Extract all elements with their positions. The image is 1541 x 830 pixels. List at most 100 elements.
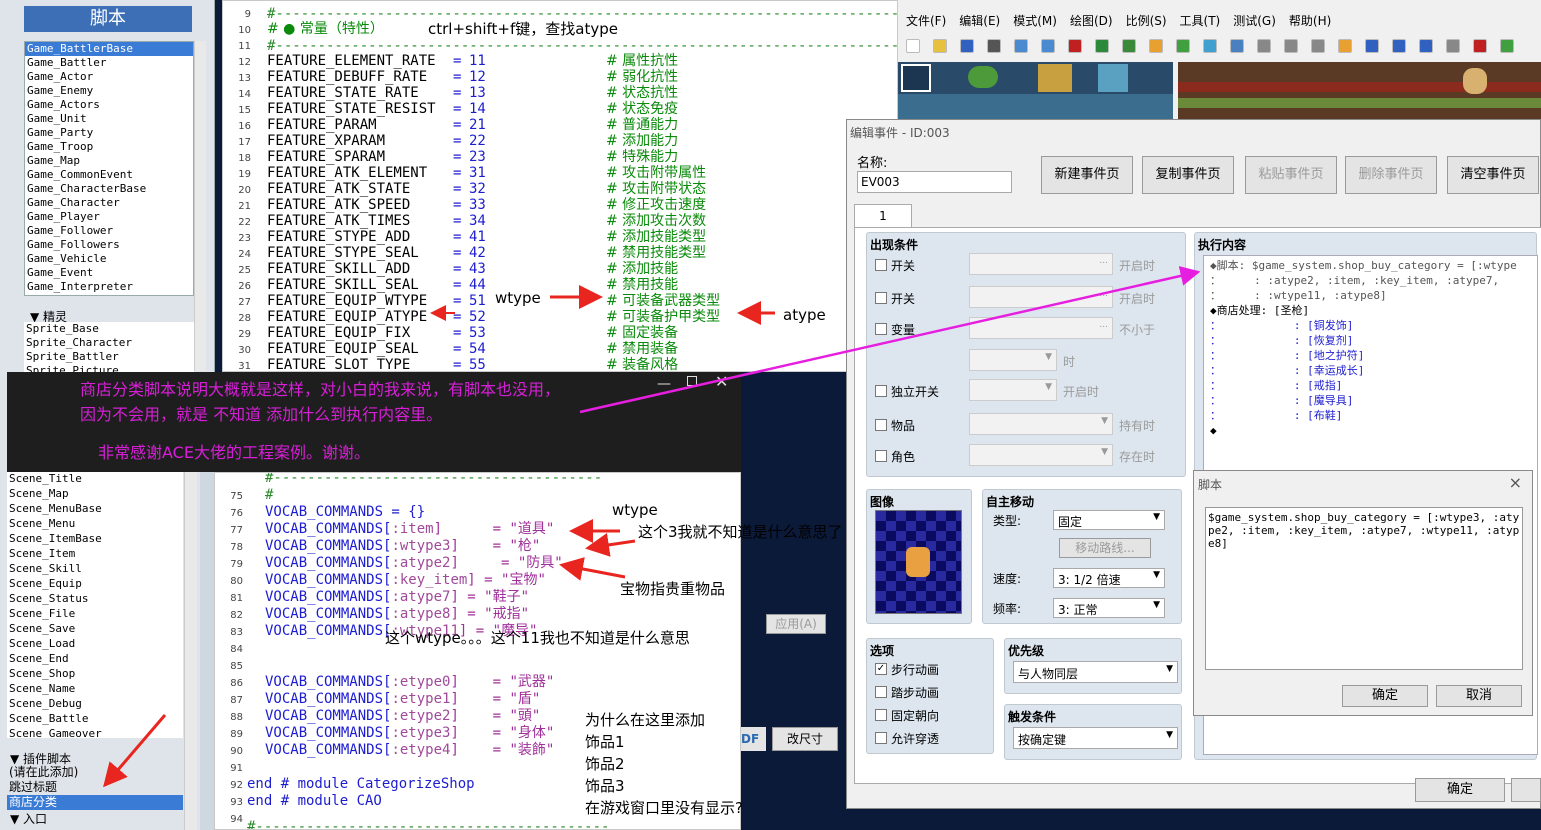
event-command-line[interactable]: ： : [地之护符] (1210, 348, 1364, 363)
condition-checkbox[interactable] (875, 419, 887, 431)
move-route-button[interactable]: 移动路线... (1059, 538, 1151, 558)
condition-checkbox[interactable] (875, 450, 887, 462)
maximize-icon[interactable] (687, 376, 697, 386)
condition-checkbox[interactable] (875, 385, 887, 397)
freq-select[interactable]: 3: 正常 ▼ (1053, 598, 1165, 618)
script-list-item[interactable]: Scene_Title (7, 472, 183, 487)
pdf-button[interactable]: DF (741, 727, 766, 751)
sprite-list[interactable]: Sprite_Base Sprite_Character Sprite_Battle… (24, 322, 194, 372)
script-list-item[interactable]: Scene_Shop (7, 667, 183, 682)
tab-page-1[interactable]: 1 (854, 204, 912, 228)
toolbar-button[interactable] (1176, 39, 1190, 53)
script-list-item[interactable]: Scene_Name (7, 682, 183, 697)
gold-tile[interactable] (1038, 64, 1072, 92)
condition-field[interactable]: ▼ (969, 349, 1057, 371)
script-list-item[interactable]: Scene_File (7, 607, 183, 622)
condition-field[interactable]: ... (969, 286, 1113, 308)
script-list-item[interactable]: Game_Followers (25, 238, 193, 252)
plugin-list[interactable]: (请在此添加) 跳过标题 商店分类 (7, 765, 183, 810)
option-checkbox[interactable] (875, 686, 887, 698)
event-command-line[interactable]: ： : :wtype11, :atype8] (1210, 288, 1387, 303)
script-list-item[interactable]: Game_CharacterBase (25, 182, 193, 196)
toolbar-button[interactable] (1500, 39, 1514, 53)
toolbar-button[interactable] (1311, 39, 1325, 53)
script-list-item[interactable]: Game_BattlerBase (25, 42, 193, 56)
toolbar-button[interactable] (1068, 39, 1082, 53)
script-list-item[interactable]: Scene_MenuBase (7, 502, 183, 517)
script-list-item[interactable]: Sprite_Battler (24, 350, 194, 364)
speed-select[interactable]: 3: 1/2 倍速 ▼ (1053, 568, 1165, 588)
condition-checkbox[interactable] (875, 259, 887, 271)
event-command-line[interactable]: ： : [恢复剂] (1210, 333, 1353, 348)
map-preview[interactable] (1178, 62, 1541, 120)
cancel-button-partial[interactable] (1511, 778, 1541, 802)
toolbar-button[interactable] (1230, 39, 1244, 53)
script-list-item[interactable]: Game_Battler (25, 56, 193, 70)
dialog-cancel-button[interactable]: 取消 (1436, 685, 1522, 707)
menu-bar[interactable]: 文件(F) 编辑(E) 模式(M) 绘图(D) 比例(S) 工具(T) 测试(G) 帮助(H) (906, 12, 1344, 29)
event-page-button[interactable]: 新建事件页 (1041, 156, 1133, 194)
toolbar-button[interactable] (1041, 39, 1055, 53)
script-list-item[interactable]: Sprite_Base (24, 322, 194, 336)
toolbar-button[interactable] (987, 39, 1001, 53)
code-editor-top[interactable]: #---------------------------------------… (222, 0, 898, 372)
option-checkbox[interactable]: ✓ (875, 663, 887, 675)
script-list-item[interactable]: Scene_ItemBase (7, 532, 183, 547)
script-list-top[interactable]: Game_BattlerBase Game_Battler Game_Actor Ga… (24, 41, 194, 296)
script-list-item[interactable]: Game_Event (25, 266, 193, 280)
plugin-list-item[interactable]: 跳过标题 (7, 780, 183, 795)
script-list-item[interactable]: Scene_Equip (7, 577, 183, 592)
menu-item[interactable]: 编辑(E) (959, 12, 1000, 29)
script-list-item[interactable]: Sprite_Picture (24, 364, 194, 372)
event-page-button[interactable]: 删除事件页 (1345, 156, 1437, 194)
script-list-item[interactable]: Game_Party (25, 126, 193, 140)
script-list-item[interactable]: Scene_Status (7, 592, 183, 607)
scene-list[interactable]: Scene_Title Scene_Map Scene_MenuBase Scene_… (7, 472, 183, 738)
priority-select[interactable]: 与人物同层 ▼ (1013, 661, 1178, 683)
script-list-item[interactable]: Scene_Load (7, 637, 183, 652)
script-list-item[interactable]: Game_Map (25, 154, 193, 168)
tileset-palette[interactable] (898, 62, 1173, 120)
dialog-ok-button[interactable]: 确定 (1342, 685, 1428, 707)
ok-button[interactable]: 确定 (1415, 778, 1505, 802)
menu-item[interactable]: 工具(T) (1180, 12, 1221, 29)
script-list-item[interactable]: Game_Unit (25, 112, 193, 126)
toolbar-button[interactable] (1149, 39, 1163, 53)
script-list-item[interactable]: Scene_Gameover (7, 727, 183, 738)
close-icon[interactable]: × (1509, 473, 1522, 492)
condition-field[interactable]: ▼ (969, 379, 1057, 401)
toolbar-button[interactable] (1257, 39, 1271, 53)
toolbar-button[interactable] (960, 39, 974, 53)
entry-group-header[interactable]: ▼ 入口 (10, 810, 47, 827)
script-list-item[interactable]: Game_Actors (25, 98, 193, 112)
event-page-button[interactable]: 复制事件页 (1142, 156, 1234, 194)
event-page-button[interactable]: 清空事件页 (1447, 156, 1539, 194)
condition-field[interactable]: ▼ (969, 413, 1113, 435)
toolbar-button[interactable] (1365, 39, 1379, 53)
name-input[interactable]: EV003 (857, 171, 1012, 193)
bush-tile[interactable] (968, 66, 998, 88)
condition-checkbox[interactable] (875, 292, 887, 304)
menu-item[interactable]: 帮助(H) (1289, 12, 1331, 29)
menu-item[interactable]: 文件(F) (906, 12, 946, 29)
tile-row[interactable] (898, 94, 1173, 120)
script-list-item[interactable]: Scene_Menu (7, 517, 183, 532)
script-list-item[interactable]: Game_CommonEvent (25, 168, 193, 182)
option-checkbox[interactable] (875, 709, 887, 721)
script-list-item[interactable]: Game_Enemy (25, 84, 193, 98)
event-command-line[interactable]: ◆商店处理: [圣枪] (1210, 303, 1309, 318)
toolbar-button[interactable] (906, 39, 920, 53)
script-list-item[interactable]: Scene_Debug (7, 697, 183, 712)
event-graphic[interactable] (875, 510, 962, 614)
script-list-item[interactable]: Scene_Battle (7, 712, 183, 727)
event-command-line[interactable]: ◆脚本: $game_system.shop_buy_category = [:… (1210, 258, 1517, 273)
toolbar-button[interactable] (1122, 39, 1136, 53)
toolbar-button[interactable] (1419, 39, 1433, 53)
menu-item[interactable]: 绘图(D) (1070, 12, 1113, 29)
condition-field[interactable]: ... (969, 253, 1113, 275)
condition-checkbox[interactable] (875, 323, 887, 335)
water-tile[interactable] (1098, 64, 1128, 92)
scrollbar[interactable] (184, 472, 197, 830)
close-icon[interactable]: ✕ (715, 372, 728, 391)
script-textarea[interactable]: $game_system.shop_buy_category = [:wtype… (1205, 507, 1523, 670)
